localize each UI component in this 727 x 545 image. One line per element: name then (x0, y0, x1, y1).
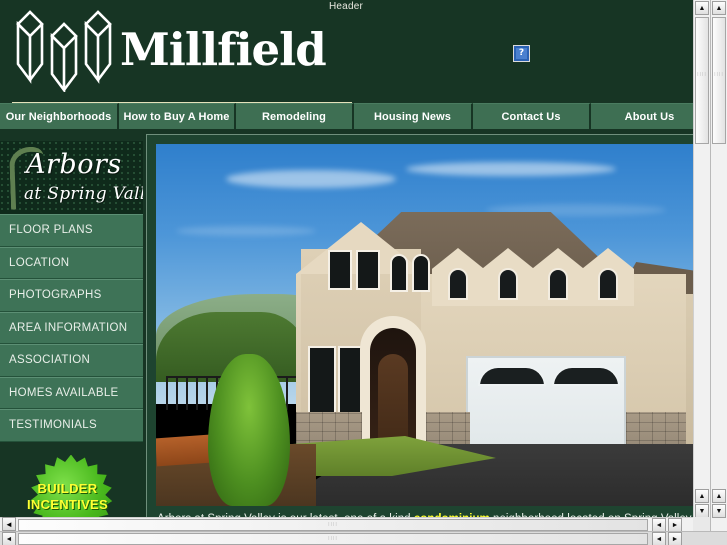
arched-window (412, 254, 430, 292)
scroll-thumb-grip: ∷∷ (697, 72, 707, 78)
sidebar-item-label: FLOOR PLANS (9, 224, 93, 237)
community-name-line2: at Spring Valley (24, 184, 143, 204)
left-arrow-icon: ◄ (5, 519, 13, 529)
outer-horizontal-scroll-thumb[interactable]: ∷∷ (18, 533, 648, 545)
upper-window (356, 250, 380, 290)
cloud (176, 226, 316, 236)
nav-label: Our Neighborhoods (5, 110, 112, 123)
scroll-up-button[interactable]: ▲ (695, 1, 709, 15)
left-arrow-icon: ◄ (655, 535, 663, 543)
vertical-scroll-thumb[interactable]: ∷∷ (695, 17, 709, 144)
up-arrow-icon: ▲ (698, 492, 706, 500)
hero-photo-frame[interactable] (156, 144, 695, 506)
sidebar-item-homes-available[interactable]: HOMES AVAILABLE (0, 376, 143, 409)
web-page: Header Millfield ? Our Neighborhoods How… (0, 0, 710, 531)
nav-label: Remodeling (262, 110, 326, 123)
sidebar-item-floor-plans[interactable]: FLOOR PLANS (0, 214, 143, 247)
nav-label: Housing News (374, 110, 451, 123)
nav-item-about-us[interactable]: About Us (591, 103, 708, 129)
nav-label: About Us (624, 110, 675, 123)
scroll-down-button[interactable]: ▼ (695, 504, 709, 518)
sidebar-item-label: TESTIMONIALS (9, 419, 97, 432)
lower-window (308, 346, 336, 418)
scroll-left-secondary-button[interactable]: ◄ (652, 518, 666, 531)
outer-scroll-up-secondary-button[interactable]: ▲ (712, 489, 726, 503)
scrollbar-corner (693, 517, 710, 531)
arbors-at-spring-valley-logo[interactable]: Arbors at Spring Valley (0, 141, 143, 214)
scroll-left-button[interactable]: ◄ (2, 517, 16, 531)
community-sidebar: Arbors at Spring Valley FLOOR PLANS LOCA… (0, 141, 143, 531)
outer-scroll-up-button[interactable]: ▲ (712, 1, 726, 15)
broken-image-icon[interactable]: ? (513, 45, 530, 62)
outer-scroll-left-secondary-button[interactable]: ◄ (652, 532, 666, 545)
horizontal-scroll-thumb[interactable]: ∷∷ (18, 519, 648, 531)
millfield-logo-icon (16, 10, 112, 92)
garage-window-lites (552, 366, 620, 386)
primary-navigation: Our Neighborhoods How to Buy A Home Remo… (0, 103, 710, 129)
sidebar-item-label: PHOTOGRAPHS (9, 289, 102, 302)
dormer-window (548, 268, 568, 300)
nav-item-contact-us[interactable]: Contact Us (473, 103, 591, 129)
outer-vertical-scroll-thumb[interactable]: ∷∷ (712, 17, 726, 144)
nav-item-housing-news[interactable]: Housing News (354, 103, 473, 129)
badge-line1: BUILDER (37, 480, 98, 496)
home-exterior-photo (156, 144, 695, 506)
sidebar-item-photographs[interactable]: PHOTOGRAPHS (0, 279, 143, 312)
garage-window-lites (478, 366, 546, 386)
down-arrow-icon: ▼ (698, 507, 706, 515)
header-caption-text: Header (329, 1, 363, 12)
scroll-thumb-grip: ∷∷ (714, 72, 724, 78)
down-arrow-icon: ▼ (715, 507, 723, 515)
dormer-window (448, 268, 468, 300)
right-arrow-icon: ► (671, 535, 679, 543)
up-arrow-icon: ▲ (715, 492, 723, 500)
nav-item-how-to-buy-a-home[interactable]: How to Buy A Home (119, 103, 236, 129)
main-content-panel: Arbors at Spring Valley is our latest, o… (146, 134, 704, 531)
community-name-line1: Arbors (26, 149, 122, 180)
outer-scroll-down-button[interactable]: ▼ (712, 504, 726, 518)
badge-line2: INCENTIVES (26, 496, 108, 512)
left-arrow-icon: ◄ (655, 521, 663, 529)
horizontal-scrollbar[interactable]: ◄ ∷∷ ◄ ► (0, 517, 710, 531)
broken-image-glyph: ? (516, 48, 527, 59)
up-arrow-icon: ▲ (715, 4, 723, 12)
outer-scroll-right-button[interactable]: ► (668, 532, 682, 545)
outer-vertical-scrollbar[interactable]: ▲ ∷∷ ▲ ▼ (710, 0, 727, 531)
site-logo[interactable]: Millfield (8, 6, 352, 106)
left-arrow-icon: ◄ (5, 535, 13, 543)
sidebar-item-label: HOMES AVAILABLE (9, 386, 119, 399)
nav-item-remodeling[interactable]: Remodeling (236, 103, 354, 129)
site-header: Header Millfield ? (0, 0, 710, 106)
vertical-scrollbar[interactable]: ▲ ∷∷ ▲ ▼ (693, 0, 710, 531)
cloud (226, 170, 396, 188)
right-arrow-icon: ► (671, 521, 679, 529)
scroll-thumb-grip: ∷∷ (328, 536, 338, 542)
sidebar-item-location[interactable]: LOCATION (0, 246, 143, 279)
sidebar-item-testimonials[interactable]: TESTIMONIALS (0, 409, 143, 442)
up-arrow-icon: ▲ (698, 4, 706, 12)
sidebar-item-area-information[interactable]: AREA INFORMATION (0, 311, 143, 344)
sidebar-item-label: ASSOCIATION (9, 354, 91, 367)
sidebar-item-label: LOCATION (9, 256, 70, 269)
outer-scroll-left-button[interactable]: ◄ (2, 532, 16, 545)
nav-label: How to Buy A Home (123, 110, 230, 123)
arched-window (390, 254, 408, 292)
scroll-thumb-grip: ∷∷ (328, 522, 338, 528)
scroll-up-secondary-button[interactable]: ▲ (695, 489, 709, 503)
outer-horizontal-scrollbar[interactable]: ◄ ∷∷ ◄ ► (0, 531, 727, 545)
dormer-window (498, 268, 518, 300)
brand-wordmark: Millfield (120, 23, 327, 76)
evergreen-shrub (208, 354, 290, 506)
scroll-right-button[interactable]: ► (668, 518, 682, 531)
cloud (406, 162, 616, 176)
upper-window (328, 250, 352, 290)
nav-item-our-neighborhoods[interactable]: Our Neighborhoods (0, 103, 119, 129)
browser-viewport: Header Millfield ? Our Neighborhoods How… (0, 0, 727, 545)
sidebar-item-association[interactable]: ASSOCIATION (0, 344, 143, 377)
nav-label: Contact Us (501, 110, 561, 123)
page-body: Arbors at Spring Valley FLOOR PLANS LOCA… (0, 129, 710, 531)
sidebar-item-label: AREA INFORMATION (9, 321, 128, 334)
dormer-window (598, 268, 618, 300)
